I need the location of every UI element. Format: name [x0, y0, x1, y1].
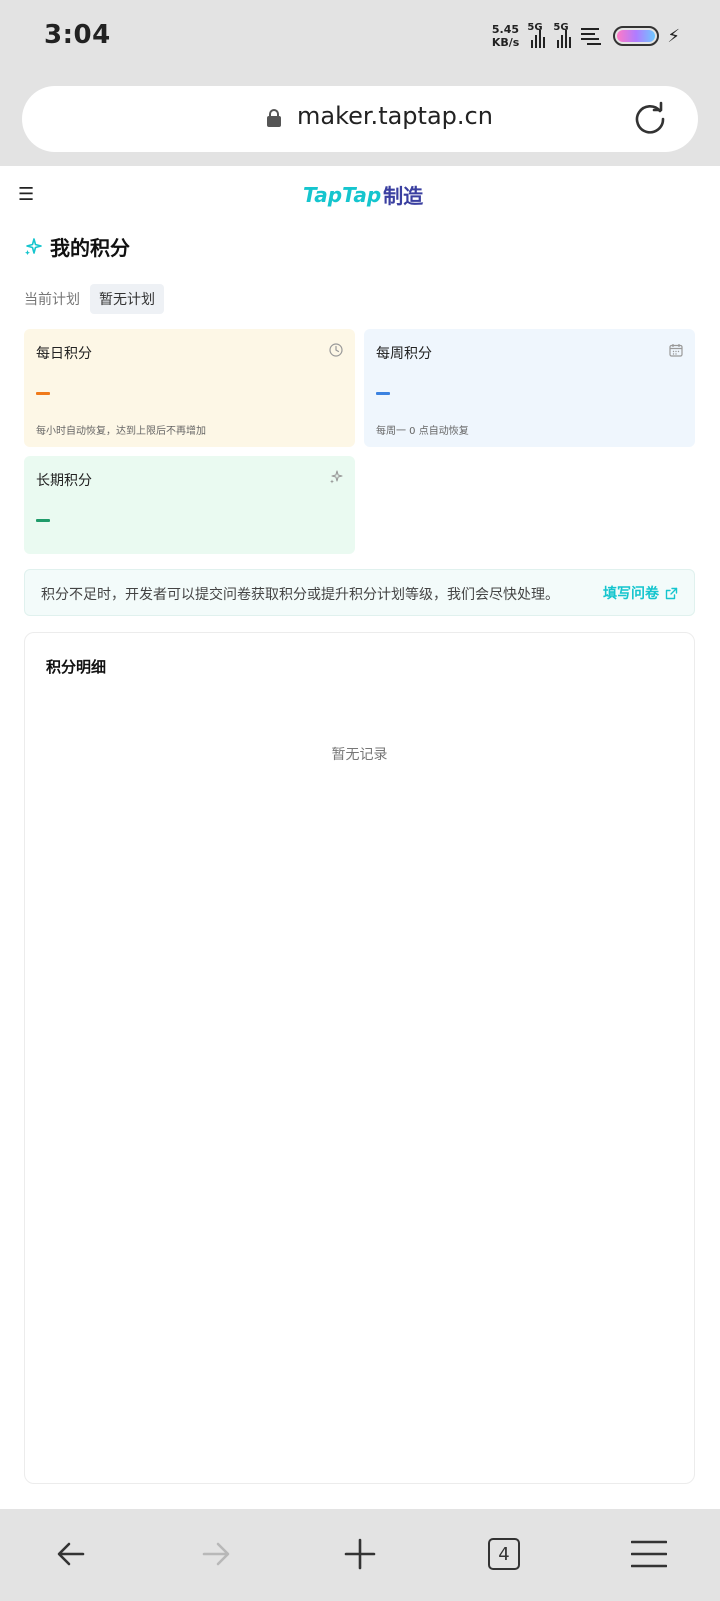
- back-button[interactable]: [48, 1531, 94, 1577]
- network-speed: 5.45 KB/s: [492, 23, 519, 49]
- plus-icon: [344, 1538, 376, 1570]
- fill-survey-label[interactable]: 填写问卷: [603, 583, 659, 603]
- calendar-icon: [669, 344, 683, 357]
- taptap-maker-logo[interactable]: TapTap 制造: [303, 180, 423, 209]
- empty-state-text: 暂无记录: [331, 747, 388, 763]
- card-title: 长期积分: [36, 473, 92, 489]
- card-title: 每周积分: [376, 346, 432, 362]
- sparkle-icon: [330, 470, 343, 484]
- signal-icon: 5G: [553, 22, 572, 48]
- card-title: 每日积分: [36, 346, 92, 362]
- charging-icon: ⚡: [667, 25, 680, 47]
- notice-text: 积分不足时，开发者可以提交问卷获取积分或提升积分计划等级，我们会尽快处理。: [41, 587, 559, 603]
- daily-points-card: 每日积分 每小时自动恢复，达到上限后不再增加: [24, 329, 355, 447]
- status-time: 3:04: [44, 20, 111, 50]
- new-tab-button[interactable]: [337, 1531, 383, 1577]
- card-note: 每周一 0 点自动恢复: [376, 426, 469, 437]
- sparkle-icon: [25, 237, 42, 255]
- signal-icon: 5G: [527, 22, 546, 48]
- clock-icon: [329, 343, 343, 357]
- hamburger-menu-icon: [631, 1540, 667, 1568]
- empty-value-dash: [36, 392, 50, 395]
- current-plan-row: 当前计划 暂无计划: [24, 284, 164, 314]
- url-text[interactable]: maker.taptap.cn: [297, 102, 493, 130]
- arrow-left-icon: [57, 1542, 85, 1566]
- network-speed-value: 5.45: [491, 23, 520, 36]
- signal-label: 5G: [553, 22, 569, 33]
- page-title-row: 我的积分: [24, 232, 130, 261]
- plan-tag: 暂无计划: [90, 284, 164, 314]
- lock-icon: [267, 109, 281, 127]
- notification-list-icon: [581, 28, 602, 45]
- forward-button[interactable]: [193, 1531, 239, 1577]
- points-notice-banner: 积分不足时，开发者可以提交问卷获取积分或提升积分计划等级，我们会尽快处理。 填写…: [24, 569, 695, 616]
- tab-count-icon: 4: [488, 1538, 520, 1570]
- page-title: 我的积分: [50, 236, 130, 260]
- status-icons: 5.45 KB/s 5G 5G ⚡: [492, 20, 680, 52]
- fill-survey-link[interactable]: 填写问卷: [603, 583, 678, 603]
- signal-label: 5G: [527, 22, 543, 33]
- points-detail-panel: 积分明细 暂无记录: [24, 632, 695, 1484]
- hamburger-menu-icon[interactable]: ☰: [18, 184, 38, 205]
- arrow-right-icon: [202, 1542, 230, 1566]
- weekly-points-card: 每周积分 每周一 0 点自动恢复: [364, 329, 695, 447]
- address-bar[interactable]: maker.taptap.cn: [22, 86, 698, 152]
- logo-suffix: 制造: [383, 184, 424, 208]
- browser-bottom-nav: 4: [0, 1509, 720, 1601]
- detail-title: 积分明细: [46, 658, 107, 676]
- plan-label: 当前计划: [24, 292, 80, 308]
- network-speed-unit: KB/s: [491, 36, 520, 49]
- empty-value-dash: [376, 392, 390, 395]
- status-bar: 3:04 5.45 KB/s 5G 5G ⚡: [0, 0, 720, 76]
- battery-icon: [613, 26, 660, 46]
- long-term-points-card: 长期积分: [24, 456, 355, 554]
- browser-menu-button[interactable]: [626, 1531, 672, 1577]
- tabs-button[interactable]: 4: [481, 1531, 527, 1577]
- card-note: 每小时自动恢复，达到上限后不再增加: [36, 426, 206, 437]
- external-link-icon[interactable]: [665, 587, 678, 600]
- reload-icon[interactable]: [632, 101, 668, 137]
- logo-brand: TapTap: [303, 182, 382, 207]
- browser-toolbar: maker.taptap.cn: [0, 76, 720, 166]
- empty-value-dash: [36, 519, 50, 522]
